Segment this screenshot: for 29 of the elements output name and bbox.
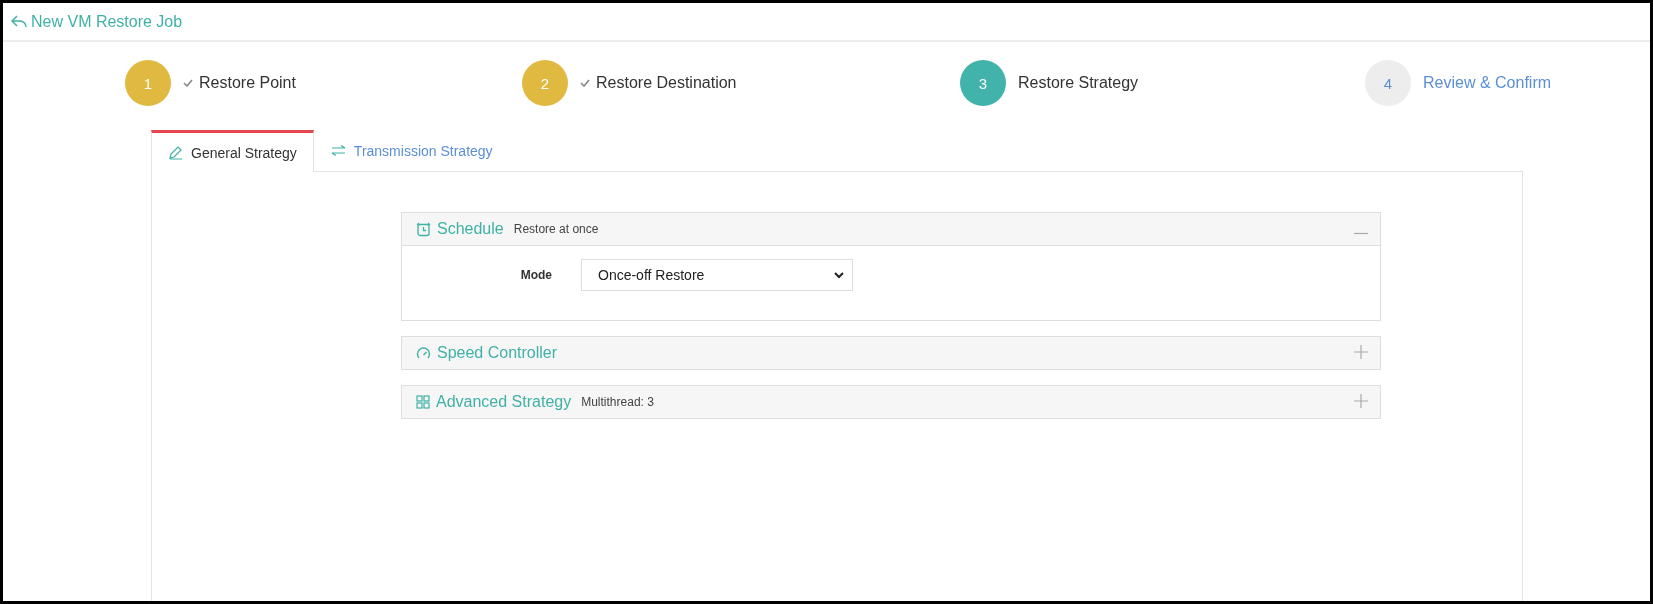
expand-icon[interactable]	[1354, 393, 1368, 411]
back-arrow-icon	[11, 15, 27, 28]
field-label: Mode	[519, 268, 552, 282]
swap-arrows-icon	[330, 145, 346, 156]
expand-icon[interactable]	[1354, 344, 1368, 362]
check-icon	[183, 79, 193, 87]
panel-title: Speed Controller	[437, 344, 558, 362]
tab[interactable]: General Strategy	[151, 130, 314, 172]
step-number: 4	[1365, 60, 1411, 106]
panel-header[interactable]: Schedule Restore at once	[402, 213, 1380, 246]
gauge-icon	[416, 345, 431, 361]
step-number: 1	[125, 60, 171, 106]
step-label: Restore Destination	[596, 74, 737, 92]
step-label: Restore Strategy	[1018, 74, 1139, 92]
panel-title: Schedule	[437, 220, 504, 238]
step-label: Review & Confirm	[1423, 74, 1552, 92]
panel-title: Advanced Strategy	[436, 393, 572, 411]
mode-dropdown[interactable]: Once-off Restore	[581, 259, 853, 291]
alarm-clock-icon	[416, 221, 431, 237]
step-number: 2	[522, 60, 568, 106]
chevron-down-icon	[834, 271, 844, 279]
pencil-icon	[168, 145, 183, 160]
step-label: Restore Point	[199, 74, 296, 92]
panel-header[interactable]: Advanced Strategy Multithread: 3	[402, 386, 1380, 418]
panel-summary: Multithread: 3	[581, 395, 654, 409]
step-number: 3	[960, 60, 1006, 106]
panel-summary: Restore at once	[513, 222, 599, 236]
grid-icon	[416, 395, 430, 409]
check-icon	[580, 79, 590, 87]
